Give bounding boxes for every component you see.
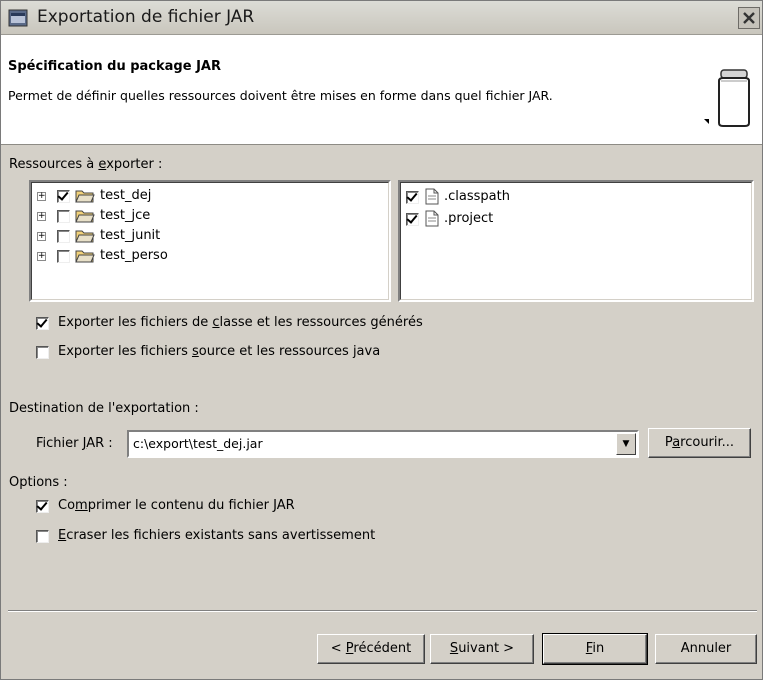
page-title: Spécification du package JAR: [8, 59, 221, 74]
export-source-files-label: Exporter les fichiers source et les ress…: [58, 344, 381, 359]
tree-item-label: test_dej: [100, 188, 152, 203]
jar-export-dialog: Exportation de fichier JAR Spécification…: [0, 0, 763, 680]
checkbox-test-junit[interactable]: [57, 230, 70, 243]
project-folder-icon: [75, 230, 95, 243]
tree-item-label: test_perso: [100, 248, 168, 263]
button-separator: [8, 610, 757, 612]
page-description: Permet de définir quelles ressources doi…: [8, 88, 553, 103]
close-button[interactable]: [738, 7, 760, 29]
checkbox-test-dej[interactable]: [57, 190, 70, 203]
file-icon: [425, 210, 439, 227]
expand-icon[interactable]: +: [37, 212, 46, 221]
overwrite-label: Ecraser les fichiers existants sans aver…: [58, 528, 376, 543]
overwrite-checkbox[interactable]: [36, 530, 49, 543]
destination-label: Destination de l'exportation :: [9, 401, 199, 416]
wizard-banner: Spécification du package JAR Permet de d…: [1, 35, 762, 145]
file-item-label: .classpath: [444, 189, 510, 204]
window-title: Exportation de fichier JAR: [37, 7, 255, 27]
options-label: Options :: [9, 475, 68, 490]
jar-file-combo[interactable]: c:\export\test_dej.jar ▼: [127, 430, 639, 458]
checkbox-test-jce[interactable]: [57, 210, 70, 223]
expand-icon[interactable]: +: [37, 252, 46, 261]
close-icon: [743, 12, 755, 24]
title-bar[interactable]: Exportation de fichier JAR: [1, 1, 762, 35]
export-class-files-label: Exporter les fichiers de classe et les r…: [58, 315, 423, 330]
compress-label: Comprimer le contenu du fichier JAR: [58, 498, 295, 513]
chevron-down-icon: ▼: [622, 439, 630, 449]
jar-icon: [704, 69, 750, 127]
resources-label: Ressources à exporter :: [9, 157, 163, 172]
eclipse-app-icon: [8, 9, 28, 27]
tree-item-label: test_junit: [100, 228, 161, 243]
project-folder-icon: [75, 210, 95, 223]
expand-icon[interactable]: +: [37, 232, 46, 241]
project-folder-icon: [75, 250, 95, 263]
file-list[interactable]: .classpath .project: [398, 180, 754, 302]
file-item-label: .project: [444, 211, 494, 226]
file-icon: [425, 188, 439, 205]
jar-file-label: Fichier JAR :: [36, 436, 113, 451]
next-button[interactable]: Suivant >: [430, 634, 534, 664]
tree-item-label: test_jce: [100, 208, 151, 223]
compress-checkbox[interactable]: [36, 500, 49, 513]
export-class-files-checkbox[interactable]: [36, 317, 49, 330]
checkbox-test-perso[interactable]: [57, 250, 70, 263]
cancel-button[interactable]: Annuler: [655, 634, 757, 664]
combo-dropdown-button[interactable]: ▼: [616, 433, 636, 455]
checkbox-classpath[interactable]: [406, 191, 419, 204]
jar-file-input[interactable]: c:\export\test_dej.jar: [133, 436, 263, 451]
expand-icon[interactable]: +: [37, 192, 46, 201]
finish-button[interactable]: Fin: [542, 633, 648, 665]
back-button[interactable]: < Précédent: [317, 634, 425, 664]
checkbox-project[interactable]: [406, 213, 419, 226]
browse-button[interactable]: Parcourir...: [648, 428, 751, 458]
project-tree[interactable]: + test_dej + test_jce + test_junit + tes…: [29, 180, 391, 302]
export-source-files-checkbox[interactable]: [36, 346, 49, 359]
project-folder-icon: [75, 190, 95, 203]
